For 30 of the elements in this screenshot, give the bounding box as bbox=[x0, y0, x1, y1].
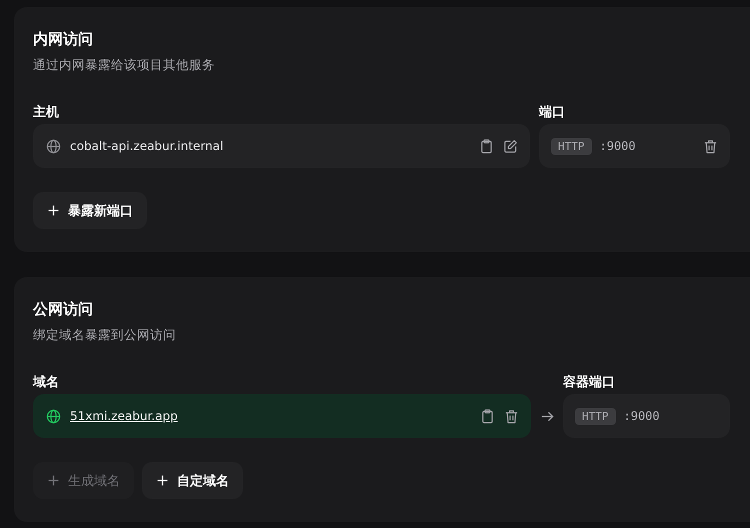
add-button[interactable]: 暴露新端口 bbox=[33, 192, 147, 229]
field-label: 主机 bbox=[33, 104, 60, 121]
clipboard-icon[interactable] bbox=[480, 408, 495, 424]
section-subtitle: 绑定域名暴露到公网访问 bbox=[33, 326, 177, 344]
host-field[interactable]: cobalt-api.zeabur.internal bbox=[33, 124, 530, 168]
globe-icon bbox=[46, 408, 61, 424]
port-number: :9000 bbox=[624, 409, 661, 423]
field-label: 域名 bbox=[33, 374, 60, 391]
edit-icon[interactable] bbox=[503, 138, 518, 154]
section-title: 公网访问 bbox=[33, 299, 94, 319]
host-field[interactable]: 51xmi.zeabur.app bbox=[33, 394, 531, 438]
host-text: cobalt-api.zeabur.internal bbox=[70, 139, 224, 153]
add-button[interactable]: 自定域名 bbox=[142, 462, 243, 499]
port-field[interactable]: HTTP :9000 bbox=[539, 124, 730, 168]
protocol-badge: HTTP bbox=[551, 138, 592, 154]
clipboard-icon[interactable] bbox=[479, 138, 494, 154]
section-title: 内网访问 bbox=[33, 29, 94, 49]
globe-icon bbox=[46, 138, 61, 154]
trash-icon[interactable] bbox=[703, 138, 718, 154]
protocol-badge: HTTP bbox=[575, 408, 616, 424]
plus-icon bbox=[156, 474, 169, 487]
field-label: 容器端口 bbox=[563, 374, 615, 391]
plus-icon bbox=[47, 474, 60, 487]
trash-icon[interactable] bbox=[504, 408, 519, 424]
port-field[interactable]: HTTP :9000 bbox=[563, 394, 730, 438]
domain-link[interactable]: 51xmi.zeabur.app bbox=[70, 409, 480, 423]
section-subtitle: 通过内网暴露给该项目其他服务 bbox=[33, 56, 216, 74]
port-number: :9000 bbox=[600, 139, 637, 153]
plus-icon bbox=[47, 204, 60, 217]
field-label: 端口 bbox=[539, 104, 565, 121]
